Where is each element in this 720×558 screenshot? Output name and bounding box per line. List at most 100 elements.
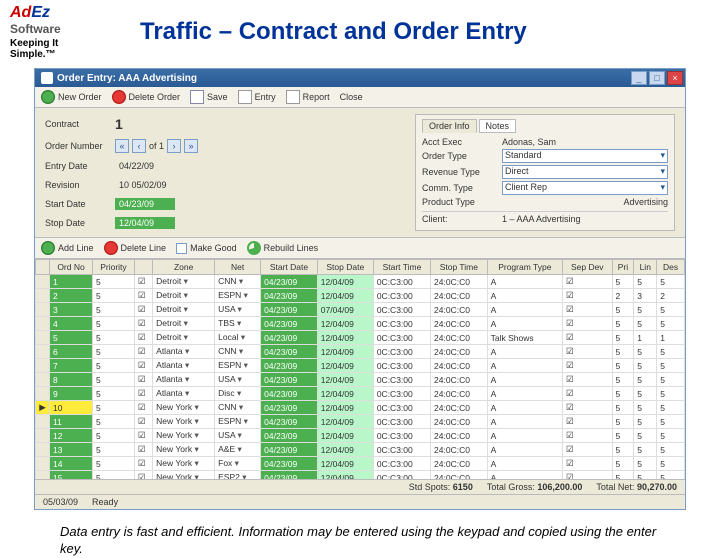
cell[interactable]: ☑ [134,373,152,387]
cell[interactable]: 3 [50,303,93,317]
cell[interactable]: 1 [634,331,657,345]
cell[interactable]: 04/23/09 [261,401,318,415]
cell[interactable]: 5 [657,471,685,480]
cell[interactable]: A [487,317,562,331]
cell[interactable]: 5 [634,345,657,359]
cell[interactable]: 5 [657,457,685,471]
cell[interactable]: A [487,387,562,401]
cell[interactable]: Atlanta [153,345,215,359]
entry-date-field[interactable]: 04/22/09 [115,160,175,172]
cell[interactable]: 5 [93,317,135,331]
cell[interactable]: 5 [657,387,685,401]
table-row[interactable]: 15☑DetroitCNN04/23/0912/04/090C:C3:0024:… [36,275,685,289]
titlebar[interactable]: Order Entry: AAA Advertising _ □ × [35,69,685,87]
cell[interactable] [36,359,50,373]
column-header[interactable]: Stop Date [317,260,373,275]
close-button[interactable]: × [667,71,683,85]
cell[interactable]: 5 [634,401,657,415]
cell[interactable] [36,317,50,331]
cell[interactable]: ☑ [563,317,613,331]
revenue-type-select[interactable]: Direct [502,165,668,179]
cell[interactable]: 04/23/09 [261,359,318,373]
cell[interactable]: 5 [634,415,657,429]
cell[interactable]: ☑ [563,415,613,429]
cell[interactable]: 10 [50,401,93,415]
cell[interactable]: Detroit [153,317,215,331]
cell[interactable]: ESPN [215,359,261,373]
comm-type-select[interactable]: Client Rep [502,181,668,195]
cell[interactable]: 8 [50,373,93,387]
cell[interactable]: 5 [93,345,135,359]
save-button[interactable]: Save [190,90,228,104]
cell[interactable]: 5 [634,359,657,373]
table-row[interactable]: 125☑New YorkUSA04/23/0912/04/090C:C3:002… [36,429,685,443]
cell[interactable]: A [487,275,562,289]
cell[interactable]: CNN [215,401,261,415]
table-row[interactable]: 55☑DetroitLocal04/23/0912/04/090C:C3:002… [36,331,685,345]
cell[interactable]: 2 [657,289,685,303]
cell[interactable]: 24:0C:C0 [431,401,488,415]
cell[interactable]: A [487,359,562,373]
table-row[interactable]: ▶105☑New YorkCNN04/23/0912/04/090C:C3:00… [36,401,685,415]
table-row[interactable]: 25☑DetroitESPN04/23/0912/04/090C:C3:0024… [36,289,685,303]
cell[interactable]: ☑ [563,457,613,471]
cell[interactable]: 0C:C3:00 [373,303,430,317]
cell[interactable]: 5 [93,471,135,480]
cell[interactable]: 24:0C:C0 [431,457,488,471]
cell[interactable]: 24:0C:C0 [431,345,488,359]
maximize-button[interactable]: □ [649,71,665,85]
cell[interactable]: 04/23/09 [261,415,318,429]
cell[interactable]: 04/23/09 [261,471,318,480]
pager-next-icon[interactable]: › [167,139,181,153]
cell[interactable]: A [487,373,562,387]
cell[interactable]: 5 [634,303,657,317]
column-header[interactable]: Net [215,260,261,275]
column-header[interactable]: Stop Time [431,260,488,275]
cell[interactable]: 24:0C:C0 [431,359,488,373]
cell[interactable]: 24:0C:C0 [431,275,488,289]
cell[interactable]: 04/23/09 [261,345,318,359]
cell[interactable]: A [487,401,562,415]
cell[interactable]: 5 [634,429,657,443]
cell[interactable]: Talk Shows [487,331,562,345]
pager-last-icon[interactable]: » [184,139,198,153]
cell[interactable]: ☑ [134,471,152,480]
cell[interactable]: 0C:C3:00 [373,317,430,331]
tab-order-info[interactable]: Order Info [422,119,477,133]
cell[interactable]: 04/23/09 [261,387,318,401]
cell[interactable]: 5 [93,401,135,415]
cell[interactable]: 12/04/09 [317,345,373,359]
cell[interactable]: ☑ [134,443,152,457]
cell[interactable]: 5 [657,359,685,373]
cell[interactable]: 04/23/09 [261,317,318,331]
column-header[interactable]: Ord No [50,260,93,275]
cell[interactable]: 24:0C:C0 [431,387,488,401]
cell[interactable] [36,289,50,303]
make-good-button[interactable]: Make Good [176,243,237,254]
cell[interactable]: 9 [50,387,93,401]
cell[interactable]: 5 [657,345,685,359]
cell[interactable]: A [487,443,562,457]
cell[interactable]: 24:0C:C0 [431,373,488,387]
cell[interactable] [36,471,50,480]
cell[interactable]: ☑ [134,429,152,443]
cell[interactable]: 11 [50,415,93,429]
cell[interactable]: 12/04/09 [317,289,373,303]
cell[interactable]: 5 [612,415,634,429]
cell[interactable]: 0C:C3:00 [373,373,430,387]
cell[interactable]: 5 [93,359,135,373]
cell[interactable]: 5 [93,331,135,345]
cell[interactable]: 0C:C3:00 [373,401,430,415]
table-row[interactable]: 65☑AtlantaCNN04/23/0912/04/090C:C3:0024:… [36,345,685,359]
cell[interactable]: ☑ [134,457,152,471]
cell[interactable]: ☑ [563,471,613,480]
add-line-button[interactable]: Add Line [41,241,94,255]
cell[interactable] [36,387,50,401]
cell[interactable]: ▶ [36,401,50,415]
cell[interactable]: ☑ [134,359,152,373]
column-header[interactable]: Program Type [487,260,562,275]
cell[interactable]: 0C:C3:00 [373,387,430,401]
cell[interactable] [36,443,50,457]
cell[interactable]: Fox [215,457,261,471]
cell[interactable]: 5 [93,457,135,471]
